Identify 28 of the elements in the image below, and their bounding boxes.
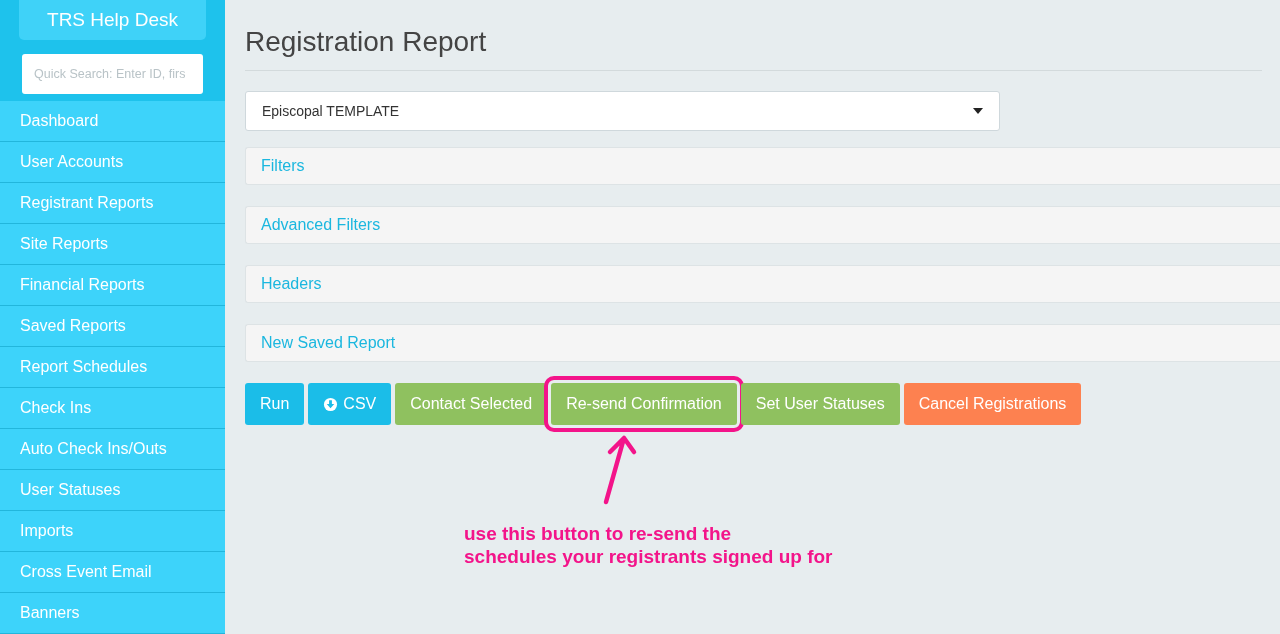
sidebar-item[interactable]: Site Reports [0, 224, 225, 265]
action-button[interactable]: Run [245, 383, 305, 425]
sidebar-item[interactable]: Report Schedules [0, 347, 225, 388]
sidebar-item[interactable]: Dashboard [0, 101, 225, 142]
annotation-text: use this button to re-send the schedules your registrants signed up for [464, 522, 833, 568]
sidebar-item[interactable]: Auto Check Ins/Outs [0, 429, 225, 470]
action-button[interactable]: Cancel Registrations [903, 383, 1082, 425]
collapsible-panel[interactable]: Advanced Filters [245, 206, 1280, 244]
sidebar-item[interactable]: Saved Reports [0, 306, 225, 347]
sidebar-item[interactable]: User Accounts [0, 142, 225, 183]
collapsible-panel[interactable]: Filters [245, 147, 1280, 185]
sidebar-item[interactable]: Registrant Reports [0, 183, 225, 224]
csv-button[interactable]: CSV [308, 383, 392, 425]
collapsible-panel[interactable]: New Saved Report [245, 324, 1280, 362]
collapsible-panel[interactable]: Headers [245, 265, 1280, 303]
search-field[interactable]: Quick Search: Enter ID, firs [22, 53, 203, 94]
report-select[interactable]: Episcopal TEMPLATE [245, 91, 1000, 131]
app-title[interactable]: TRS Help Desk [19, 0, 206, 40]
sidebar-item[interactable]: Cross Event Email [0, 552, 225, 593]
page-title: Registration Report [245, 26, 1262, 71]
download-icon [323, 396, 339, 412]
sidebar-item[interactable]: Banners [0, 593, 225, 634]
sidebar-item[interactable]: User Statuses [0, 470, 225, 511]
sidebar-item[interactable]: Check Ins [0, 388, 225, 429]
sidebar-item[interactable]: Imports [0, 511, 225, 552]
caret-icon [973, 108, 983, 114]
sidebar-item[interactable]: Financial Reports [0, 265, 225, 306]
action-button[interactable]: Set User Statuses [740, 383, 900, 425]
